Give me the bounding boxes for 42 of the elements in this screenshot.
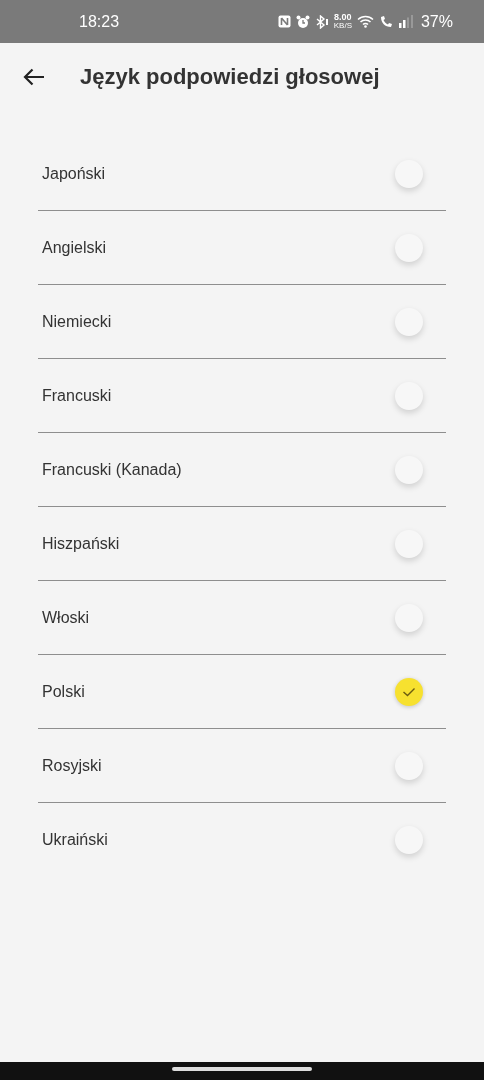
nfc-icon: [277, 15, 291, 28]
language-option[interactable]: Niemiecki: [38, 285, 446, 359]
language-label: Polski: [42, 682, 85, 701]
language-label: Hiszpański: [42, 534, 120, 553]
language-option[interactable]: Angielski: [38, 211, 446, 285]
language-option[interactable]: Francuski (Kanada): [38, 433, 446, 507]
radio-button[interactable]: [395, 751, 423, 780]
alarm-icon: [295, 14, 310, 29]
language-option[interactable]: Rosyjski: [38, 729, 446, 803]
language-option[interactable]: Francuski: [38, 359, 446, 433]
signal-icon: [397, 15, 414, 28]
call-icon: [378, 14, 393, 29]
language-label: Niemiecki: [42, 312, 112, 331]
radio-button[interactable]: [395, 603, 423, 632]
bluetooth-icon: [314, 14, 329, 29]
language-label: Rosyjski: [42, 756, 102, 775]
home-indicator[interactable]: [172, 1067, 312, 1071]
language-label: Włoski: [42, 608, 90, 627]
language-option[interactable]: Japoński: [38, 137, 446, 211]
check-icon: [402, 686, 416, 697]
language-option[interactable]: Włoski: [38, 581, 446, 655]
language-label: Francuski: [42, 386, 112, 405]
radio-button[interactable]: [395, 159, 423, 188]
language-option[interactable]: Polski: [38, 655, 446, 729]
language-option[interactable]: Hiszpański: [38, 507, 446, 581]
radio-button[interactable]: [395, 825, 423, 854]
status-time: 18:23: [79, 12, 120, 31]
language-option[interactable]: Ukraiński: [38, 803, 446, 876]
page-title: Język podpowiedzi głosowej: [80, 63, 380, 90]
language-label: Ukraiński: [42, 830, 108, 849]
radio-button[interactable]: [395, 381, 423, 410]
radio-button[interactable]: [395, 233, 423, 262]
wifi-icon: [356, 15, 374, 28]
radio-button[interactable]: [395, 529, 423, 558]
battery-level: 37%: [420, 12, 453, 31]
radio-button[interactable]: [395, 455, 423, 484]
language-label: Francuski (Kanada): [42, 460, 182, 479]
language-label: Japoński: [42, 164, 106, 183]
radio-button[interactable]: [395, 677, 423, 706]
language-label: Angielski: [42, 238, 107, 257]
network-speed: 8.00 KB/S: [333, 13, 352, 30]
radio-button[interactable]: [395, 307, 423, 336]
